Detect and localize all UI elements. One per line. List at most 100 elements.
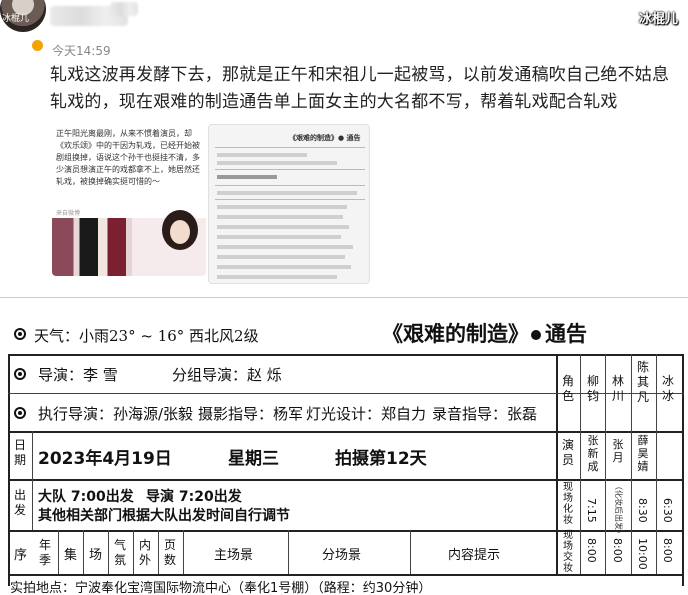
post-image-1[interactable]: 正午阳光离最刚，从来不惯着演员，却《欢乐颂》中的干因为轧戏，已经开始被剧组换掉，…: [52, 124, 206, 276]
blurred-username-part: [110, 2, 138, 16]
date: 2023年4月19日: [38, 449, 172, 469]
col-header-pages: 页数: [163, 538, 176, 567]
watermark: 冰棍儿: [638, 12, 678, 27]
table-line: [83, 530, 84, 574]
thumb2-line: [215, 199, 365, 200]
thumb2-row: [217, 175, 277, 179]
dop: 摄影指导：杨军: [198, 405, 304, 423]
date-label: 日期: [13, 438, 26, 467]
thumb2-row: [217, 245, 353, 249]
shoot-location: 实拍地点：宁波奉化宝湾国际物流中心（奉化1号棚）（路程：约30分钟）: [10, 581, 432, 595]
crew-marker-icon: [14, 407, 26, 419]
cast-actor: 张新成: [587, 434, 599, 473]
cast-makeup: 6:30: [661, 498, 674, 523]
thumb2-line: [215, 185, 365, 186]
costume-label: 现场交妆: [563, 530, 573, 574]
table-line: [58, 530, 59, 574]
thumb2-title: 《艰难的制造》● 通告: [289, 134, 361, 142]
table-line: [410, 530, 411, 574]
table-line: [32, 431, 33, 530]
thumb2-row: [217, 265, 351, 269]
col-header-scene: 场: [89, 548, 103, 563]
col-header-season: 年季: [38, 538, 51, 567]
thumb2-line: [215, 169, 365, 170]
cast-costume: 8:00: [611, 538, 624, 563]
post-image-2[interactable]: 《艰难的制造》● 通告: [208, 124, 370, 284]
sub-director: 分组导演：赵 烁: [172, 366, 282, 384]
table-line: [8, 431, 684, 433]
avatar[interactable]: 冰棍儿: [0, 0, 46, 32]
director: 导演：李 雪: [38, 366, 118, 384]
table-line: [133, 530, 134, 574]
cast-makeup: 8:30: [636, 498, 649, 523]
avatar-name: 冰棍儿: [2, 14, 30, 24]
table-line: [8, 393, 556, 394]
thumb2-row: [217, 161, 337, 165]
notice-label: 通告: [545, 321, 587, 346]
cast-costume: 8:00: [661, 538, 674, 563]
table-line: [8, 574, 684, 576]
thumb2-line: [215, 147, 365, 148]
verified-badge-icon: [30, 38, 45, 53]
table-line: [8, 530, 684, 532]
cast-role: 柳钧: [586, 374, 599, 403]
cast-role: 陈其凡: [636, 360, 649, 404]
weather: 天气：小雨23° ~ 16° 西北风2级: [34, 327, 259, 345]
table-border: [682, 354, 684, 586]
weather-marker-icon: [14, 328, 26, 340]
col-header-content: 内容提示: [448, 548, 501, 563]
cast-role: 冰冰: [661, 374, 674, 403]
shoot-day: 拍摄第12天: [335, 449, 427, 469]
table-line: [580, 354, 581, 574]
table-line: [631, 354, 632, 574]
table-line: [8, 479, 684, 481]
col-header-main-scene: 主场景: [214, 548, 254, 563]
thumb2-row: [217, 255, 345, 259]
table-line: [158, 530, 159, 574]
makeup-label: 现场化妆: [563, 482, 573, 526]
cast-costume: 8:00: [585, 538, 598, 563]
role-label: 角色: [561, 374, 574, 403]
thumb1-text: 正午阳光离最刚，从来不惯着演员，却《欢乐颂》中的干因为轧戏，已经开始被剧组换掉，…: [56, 129, 200, 186]
cast-makeup: 7:15: [585, 498, 598, 523]
table-line: [288, 530, 289, 574]
post-text: 轧戏这波再发酵下去，那就是正午和宋祖儿一起被骂，以前发通稿吹自己绝不姑息轧戏的，…: [50, 65, 670, 112]
thumb2-row: [217, 153, 307, 157]
bullet-icon: [531, 329, 541, 340]
thumb1-source: 来自微博: [56, 210, 81, 217]
weibo-post: 冰棍儿 冰棍儿 今天14:59 轧戏这波再发酵下去，那就是正午和宋祖儿一起被骂，…: [0, 0, 688, 296]
thumb1-face: [170, 220, 190, 244]
director-marker-icon: [14, 368, 26, 380]
cast-actor: 薛昊婧: [637, 434, 649, 473]
thumb2-row: [217, 191, 357, 195]
director-depart: 导演 7:20出发: [146, 489, 242, 505]
thumb2-row: [217, 205, 347, 209]
thumb2-row: [217, 225, 349, 229]
team-depart: 大队 7:00出发: [38, 489, 134, 505]
thumb2-row: [217, 235, 341, 239]
thumb2-row: [217, 275, 337, 279]
sheet-title-text: 《艰难的制造》: [382, 321, 529, 346]
lighting: 灯光设计：郑自力: [306, 405, 427, 423]
actor-label: 演员: [561, 438, 574, 467]
cast-costume: 10:00: [636, 538, 649, 570]
exec-director: 执行导演：孙海源/张毅: [38, 405, 194, 423]
col-header-mood: 气氛: [113, 538, 126, 567]
col-header-episode: 集: [64, 548, 78, 563]
post-time[interactable]: 今天14:59: [52, 42, 111, 59]
col-header-index: 序: [14, 548, 28, 563]
table-line: [656, 354, 657, 574]
thumb2-row: [217, 215, 343, 219]
col-header-inout: 内外: [138, 538, 151, 567]
table-border: [8, 354, 10, 586]
weekday: 星期三: [228, 449, 279, 469]
col-header-sub-scene: 分场景: [322, 548, 362, 563]
table-line: [183, 530, 184, 574]
other-depart: 其他相关部门根据大队出发时间自行调节: [38, 508, 290, 524]
sheet-title: 《艰难的制造》 通告: [382, 318, 587, 348]
cast-makeup: （化妆后出发）: [614, 482, 623, 538]
table-line: [556, 354, 558, 574]
call-sheet-image: 天气：小雨23° ~ 16° 西北风2级 《艰难的制造》 通告 导演：李 雪 分组…: [0, 297, 688, 595]
table-line: [605, 354, 606, 574]
cast-role: 林川: [611, 374, 624, 403]
